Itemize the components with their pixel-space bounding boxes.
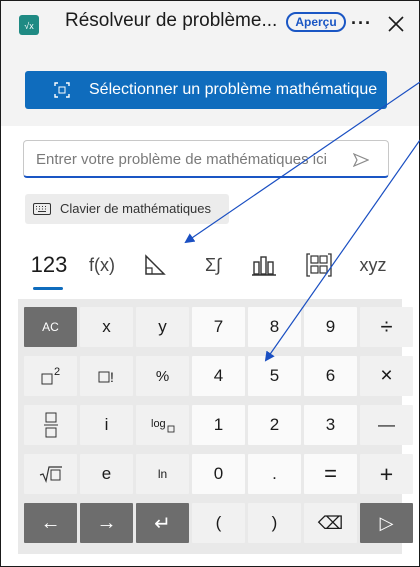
select-problem-label: Sélectionner un problème mathématique	[89, 81, 378, 98]
triangle-icon	[145, 254, 166, 275]
send-icon[interactable]	[353, 153, 369, 167]
key-backspace[interactable]: ⌫	[304, 503, 357, 543]
tab-numbers[interactable]: 123	[27, 241, 71, 289]
key-factorial[interactable]: !	[80, 356, 133, 396]
tab-calculus[interactable]: Σ∫	[191, 241, 235, 289]
key-enter[interactable]: ↵	[136, 503, 189, 543]
matrix-icon	[306, 253, 332, 277]
square-power-icon: 2	[41, 366, 60, 385]
key-minus[interactable]: —	[360, 405, 413, 445]
factorial-icon: !	[98, 369, 114, 385]
key-decimal[interactable]: .	[248, 454, 301, 494]
key-0[interactable]: 0	[192, 454, 245, 494]
key-3[interactable]: 3	[304, 405, 357, 445]
tab-variables[interactable]: xyz	[351, 241, 395, 289]
key-percent[interactable]: %	[136, 356, 189, 396]
preview-badge: Aperçu	[286, 12, 346, 32]
tab-functions[interactable]: f(x)	[80, 241, 124, 289]
key-log[interactable]: log	[136, 405, 189, 445]
svg-text:2: 2	[54, 366, 60, 378]
header-panel: √x Résolveur de problème... Aperçu ··· S…	[1, 1, 419, 126]
key-right-arrow[interactable]: →	[80, 503, 133, 543]
key-6[interactable]: 6	[304, 356, 357, 396]
bar-chart-icon	[252, 256, 276, 276]
app-window: √x Résolveur de problème... Aperçu ··· S…	[0, 0, 420, 567]
key-y[interactable]: y	[136, 307, 189, 347]
input-placeholder: Entrer votre problème de mathématiques i…	[36, 151, 327, 168]
math-problem-input[interactable]: Entrer votre problème de mathématiques i…	[23, 140, 389, 178]
select-problem-button[interactable]: Sélectionner un problème mathématique	[25, 71, 387, 109]
math-keyboard-label: Clavier de mathématiques	[60, 201, 212, 216]
key-plus[interactable]: +	[360, 454, 413, 494]
key-e[interactable]: e	[80, 454, 133, 494]
selection-frame-icon	[54, 82, 70, 98]
key-5[interactable]: 5	[248, 356, 301, 396]
key-8[interactable]: 8	[248, 307, 301, 347]
key-equals[interactable]: =	[304, 454, 357, 494]
key-sqrt[interactable]	[24, 454, 77, 494]
key-1[interactable]: 1	[192, 405, 245, 445]
more-options-button[interactable]: ···	[351, 13, 372, 34]
key-divide[interactable]: ÷	[360, 307, 413, 347]
key-clear[interactable]: AC	[24, 307, 77, 347]
key-x[interactable]: x	[80, 307, 133, 347]
close-button[interactable]	[387, 15, 405, 33]
key-fraction[interactable]	[24, 405, 77, 445]
key-submit[interactable]: ▷	[360, 503, 413, 543]
math-keyboard-button[interactable]: Clavier de mathématiques	[25, 194, 229, 224]
keypad: AC x y 7 8 9 ÷ 2 ! % 4 5 6 × i log 1 2 3…	[18, 299, 413, 554]
key-close-paren[interactable]: )	[248, 503, 301, 543]
key-open-paren[interactable]: (	[192, 503, 245, 543]
svg-text:√x: √x	[24, 21, 34, 31]
keyboard-icon	[33, 203, 51, 215]
math-app-icon: √x	[19, 15, 39, 35]
svg-text:!: !	[110, 369, 114, 385]
key-2[interactable]: 2	[248, 405, 301, 445]
tab-matrices[interactable]	[297, 241, 341, 289]
keypad-tabs: 123 f(x) Σ∫ xyz	[1, 241, 419, 289]
active-tab-indicator	[33, 287, 63, 290]
key-ln[interactable]: ln	[136, 454, 189, 494]
fraction-icon	[43, 412, 58, 438]
key-left-arrow[interactable]: ←	[24, 503, 77, 543]
tab-statistics[interactable]	[242, 241, 286, 289]
window-title: Résolveur de problème...	[65, 10, 278, 31]
svg-text:log: log	[151, 418, 166, 430]
key-square[interactable]: 2	[24, 356, 77, 396]
log-icon: log	[151, 418, 174, 433]
key-9[interactable]: 9	[304, 307, 357, 347]
key-multiply[interactable]: ×	[360, 356, 413, 396]
title-bar: √x Résolveur de problème... Aperçu ···	[1, 1, 419, 41]
key-7[interactable]: 7	[192, 307, 245, 347]
key-4[interactable]: 4	[192, 356, 245, 396]
tab-geometry[interactable]	[132, 241, 178, 289]
sqrt-icon	[39, 466, 62, 483]
close-icon	[388, 16, 404, 32]
key-imaginary[interactable]: i	[80, 405, 133, 445]
